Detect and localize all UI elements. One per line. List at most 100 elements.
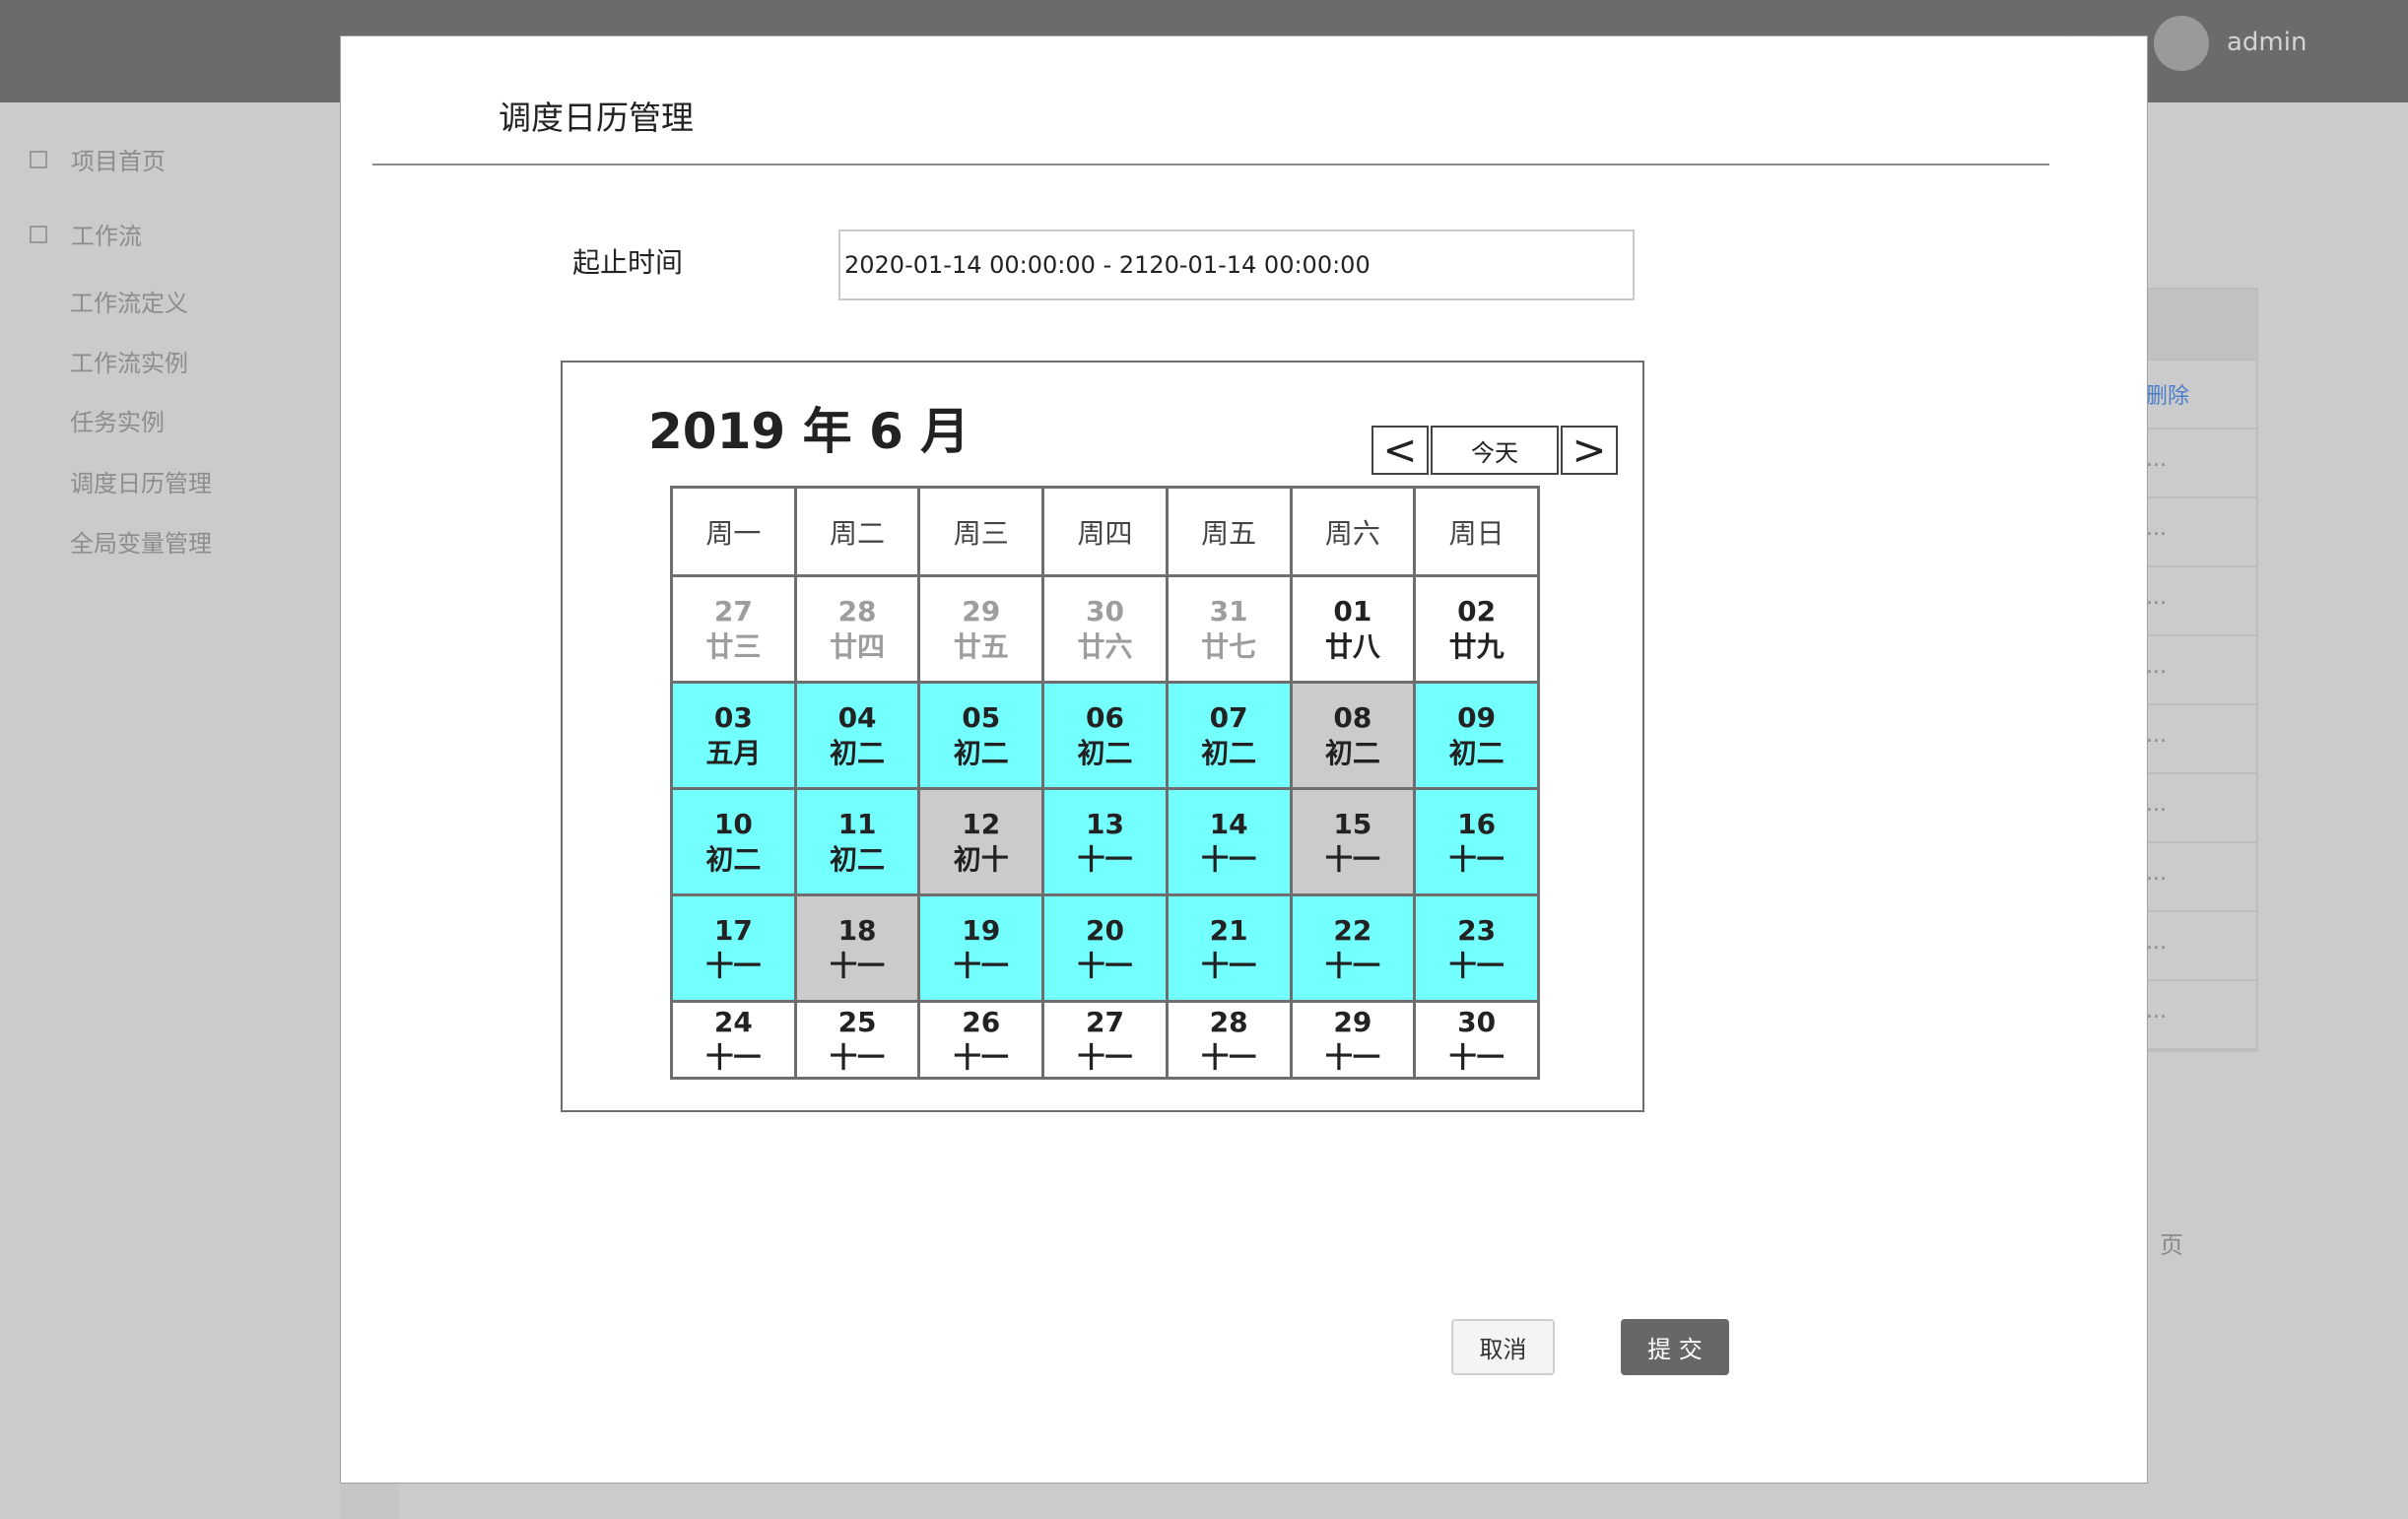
- lunar-date: 十一: [830, 1040, 886, 1074]
- calendar-day-cell[interactable]: 15 十一: [1289, 787, 1417, 896]
- cancel-button[interactable]: 取消: [1451, 1319, 1555, 1375]
- calendar-day-cell[interactable]: 28 十一: [1165, 1000, 1293, 1080]
- calendar-day-cell[interactable]: 05 初二: [917, 681, 1045, 790]
- checkbox-icon: [30, 225, 47, 243]
- calendar-day-cell[interactable]: 19 十一: [917, 893, 1045, 1003]
- day-number: 07: [1209, 700, 1248, 734]
- sidebar-item-task-instance[interactable]: 任务实例: [70, 403, 165, 437]
- calendar-day-cell[interactable]: 29 十一: [1289, 1000, 1417, 1080]
- calendar-day-cell[interactable]: 16 十一: [1413, 787, 1540, 896]
- lunar-date: 十一: [1324, 842, 1380, 876]
- calendar-day-cell[interactable]: 28 廿四: [793, 574, 921, 684]
- day-number: 11: [837, 807, 877, 840]
- sidebar-item-label: 工作流: [71, 223, 142, 250]
- lunar-date: 十一: [1324, 1040, 1380, 1074]
- calendar-day-cell[interactable]: 23 十一: [1413, 893, 1540, 1003]
- weekday-header: 周六: [1289, 486, 1417, 577]
- calendar-day-cell[interactable]: 31 廿七: [1165, 574, 1293, 684]
- calendar-week-row: 27 廿三 28 廿四 29 廿五 30 廿六 31 廿七 01 廿八 02 廿九: [670, 574, 1540, 684]
- lunar-date: 廿四: [830, 629, 886, 663]
- checkbox-icon: [30, 150, 47, 168]
- calendar-day-cell[interactable]: 14 十一: [1165, 787, 1293, 896]
- calendar-day-cell[interactable]: 11 初二: [793, 787, 921, 896]
- day-number: 15: [1333, 807, 1372, 840]
- calendar-day-cell[interactable]: 20 十一: [1041, 893, 1169, 1003]
- calendar-week-row: 10 初二 11 初二 12 初十 13 十一 14 十一 15 十一 16 十一: [670, 787, 1540, 896]
- pagination-page-label: 页: [2160, 1231, 2183, 1259]
- calendar-day-cell[interactable]: 27 十一: [1041, 1000, 1169, 1080]
- calendar-day-cell[interactable]: 22 十一: [1289, 893, 1417, 1003]
- lunar-date: 十一: [1201, 949, 1257, 982]
- lunar-date: 十一: [1077, 1040, 1133, 1074]
- calendar-day-cell[interactable]: 04 初二: [793, 681, 921, 790]
- calendar-day-cell[interactable]: 17 十一: [670, 893, 797, 1003]
- calendar-day-cell[interactable]: 07 初二: [1165, 681, 1293, 790]
- day-number: 02: [1457, 594, 1497, 627]
- today-button[interactable]: 今天: [1431, 426, 1559, 475]
- sidebar-item-workflow-instance[interactable]: 工作流实例: [70, 344, 188, 378]
- day-number: 25: [837, 1005, 877, 1038]
- lunar-date: 廿三: [705, 629, 762, 663]
- calendar-day-cell[interactable]: 25 十一: [793, 1000, 921, 1080]
- prev-month-button[interactable]: <: [1371, 426, 1429, 475]
- avatar[interactable]: [2154, 16, 2209, 71]
- calendar-day-cell[interactable]: 08 初二: [1289, 681, 1417, 790]
- calendar-day-cell[interactable]: 13 十一: [1041, 787, 1169, 896]
- day-number: 24: [713, 1005, 753, 1038]
- calendar-month-title: 2019 年 6 月: [648, 403, 970, 460]
- lunar-date: 十一: [1448, 842, 1505, 876]
- sidebar-item-workflow[interactable]: 工作流: [30, 217, 142, 251]
- day-number: 19: [962, 913, 1001, 947]
- calendar-day-cell[interactable]: 29 廿五: [917, 574, 1045, 684]
- submit-button[interactable]: 提 交: [1621, 1319, 1729, 1375]
- day-number: 26: [962, 1005, 1001, 1038]
- calendar-day-cell[interactable]: 24 十一: [670, 1000, 797, 1080]
- day-number: 12: [962, 807, 1001, 840]
- sidebar-item-label: 调度日历管理: [70, 470, 212, 497]
- sidebar-item-label: 工作流定义: [70, 290, 188, 317]
- calendar-day-cell[interactable]: 21 十一: [1165, 893, 1293, 1003]
- calendar-day-cell[interactable]: 27 廿三: [670, 574, 797, 684]
- calendar-day-cell[interactable]: 12 初十: [917, 787, 1045, 896]
- day-number: 31: [1209, 594, 1248, 627]
- weekday-header: 周日: [1413, 486, 1540, 577]
- next-month-button[interactable]: >: [1561, 426, 1618, 475]
- day-number: 04: [837, 700, 877, 734]
- calendar-day-cell[interactable]: 09 初二: [1413, 681, 1540, 790]
- day-number: 16: [1457, 807, 1497, 840]
- lunar-date: 初二: [830, 842, 886, 876]
- calendar-day-cell[interactable]: 10 初二: [670, 787, 797, 896]
- calendar-day-cell[interactable]: 30 十一: [1413, 1000, 1540, 1080]
- calendar-grid: 周一 周二 周三 周四 周五 周六 周日 27 廿三 28 廿四 29 廿五 30 廿六 31 廿…: [670, 486, 1540, 1080]
- sidebar-item-schedule-calendar[interactable]: 调度日历管理: [70, 464, 212, 498]
- date-range-input[interactable]: [838, 230, 1635, 300]
- lunar-date: 十一: [830, 949, 886, 982]
- calendar-day-cell[interactable]: 01 廿八: [1289, 574, 1417, 684]
- lunar-date: 初二: [953, 736, 1009, 769]
- lunar-date: 廿六: [1077, 629, 1133, 663]
- weekday-header: 周四: [1041, 486, 1169, 577]
- calendar-day-cell[interactable]: 03 五月: [670, 681, 797, 790]
- calendar-day-cell[interactable]: 30 廿六: [1041, 574, 1169, 684]
- calendar-day-cell[interactable]: 02 廿九: [1413, 574, 1540, 684]
- calendar-day-cell[interactable]: 06 初二: [1041, 681, 1169, 790]
- day-number: 30: [1457, 1005, 1497, 1038]
- calendar-day-cell[interactable]: 18 十一: [793, 893, 921, 1003]
- sidebar-item-project-home[interactable]: 项目首页: [30, 142, 166, 176]
- sidebar-item-workflow-definition[interactable]: 工作流定义: [70, 284, 188, 318]
- user-name[interactable]: admin: [2227, 28, 2307, 57]
- lunar-date: 十一: [953, 1040, 1009, 1074]
- background-panel-edge: [340, 1483, 399, 1519]
- schedule-calendar-dialog: 调度日历管理 起止时间 2019 年 6 月 < 今天 > 周一 周二 周三 周…: [340, 35, 2148, 1484]
- lunar-date: 十一: [1448, 949, 1505, 982]
- calendar-day-cell[interactable]: 26 十一: [917, 1000, 1045, 1080]
- day-number: 28: [1209, 1005, 1248, 1038]
- day-number: 27: [713, 594, 753, 627]
- weekday-header: 周一: [670, 486, 797, 577]
- calendar-week-row: 17 十一 18 十一 19 十一 20 十一 21 十一 22 十一 23 十一: [670, 893, 1540, 1003]
- sidebar-item-label: 项目首页: [71, 148, 166, 175]
- weekday-header: 周五: [1165, 486, 1293, 577]
- sidebar-item-global-variables[interactable]: 全局变量管理: [70, 524, 212, 559]
- lunar-date: 廿七: [1201, 629, 1257, 663]
- day-number: 03: [713, 700, 753, 734]
